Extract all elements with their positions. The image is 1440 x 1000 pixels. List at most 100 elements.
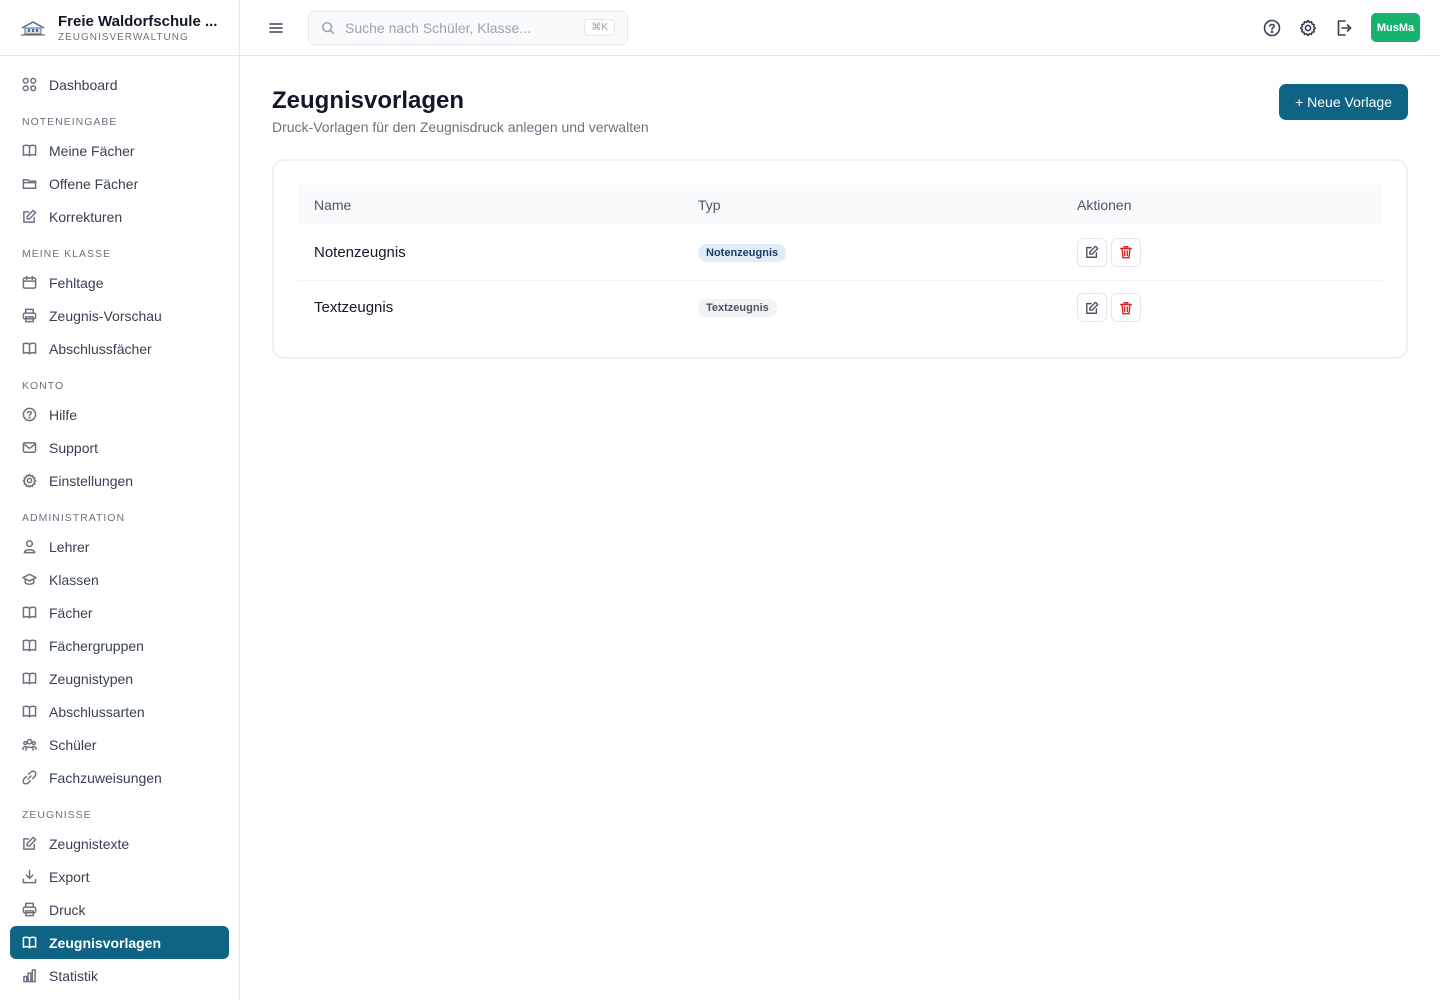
sidebar-item-statistik[interactable]: Statistik xyxy=(10,959,229,992)
edit-icon xyxy=(1086,301,1099,314)
mail-icon xyxy=(22,442,37,453)
column-header-actions: Aktionen xyxy=(1077,197,1132,213)
printer-icon xyxy=(22,308,37,323)
edit-icon xyxy=(23,836,37,850)
link-icon xyxy=(22,770,37,785)
book-icon xyxy=(22,144,37,157)
templates-card: Name Typ Aktionen Notenzeugnis Notenzeug… xyxy=(272,159,1408,359)
grid-icon xyxy=(22,77,37,92)
sidebar-item-offene-faecher[interactable]: Offene Fächer xyxy=(10,167,229,200)
page-header: Zeugnisvorlagen Druck-Vorlagen für den Z… xyxy=(272,84,1408,135)
sidebar-item-label: Meine Fächer xyxy=(49,142,135,159)
search-box[interactable]: ⌘K xyxy=(308,10,628,45)
sidebar-item-label: Dashboard xyxy=(49,76,118,93)
user-avatar[interactable]: MusMa xyxy=(1371,13,1420,42)
sidebar-item-fachzuweisungen[interactable]: Fachzuweisungen xyxy=(10,761,229,794)
new-template-button[interactable]: + Neue Vorlage xyxy=(1279,84,1408,120)
sidebar-item-abschlussarten[interactable]: Abschlussarten xyxy=(10,695,229,728)
edit-button[interactable] xyxy=(1077,293,1107,323)
app-subtitle: ZEUGNISVERWALTUNG xyxy=(58,31,189,43)
type-badge: Textzeugnis xyxy=(698,299,777,318)
sidebar-item-klassen[interactable]: Klassen xyxy=(10,563,229,596)
users-icon xyxy=(22,738,37,751)
sidebar-item-zeugnistexte[interactable]: Zeugnistexte xyxy=(10,827,229,860)
sidebar-item-zeugnis-vorschau[interactable]: Zeugnis-Vorschau xyxy=(10,299,229,332)
sidebar-item-label: Abschlussarten xyxy=(49,703,145,720)
sidebar-item-zeugnisvorlagen[interactable]: Zeugnisvorlagen xyxy=(10,926,229,959)
type-badge: Notenzeugnis xyxy=(698,243,787,262)
sidebar-item-label: Fächer xyxy=(49,604,93,621)
table-row: Textzeugnis Textzeugnis xyxy=(298,280,1382,335)
column-header-name: Name xyxy=(314,197,352,213)
gear-icon xyxy=(22,473,37,488)
sidebar-item-meine-faecher[interactable]: Meine Fächer xyxy=(10,134,229,167)
sidebar-section-noteneingabe: NOTENEINGABE xyxy=(22,116,118,128)
sidebar-item-zeugnistypen[interactable]: Zeugnistypen xyxy=(10,662,229,695)
sidebar-nav: Dashboard NOTENEINGABE Meine Fächer Offe… xyxy=(0,56,239,992)
book-icon xyxy=(22,342,37,355)
search-input[interactable] xyxy=(345,19,585,36)
sidebar-item-dashboard[interactable]: Dashboard xyxy=(10,68,229,101)
sidebar-item-label: Druck xyxy=(49,901,86,918)
search-icon xyxy=(321,21,335,34)
sidebar-item-label: Zeugnistypen xyxy=(49,670,134,687)
sidebar-item-label: Lehrer xyxy=(49,538,90,555)
table-header-row: Name Typ Aktionen xyxy=(298,185,1382,225)
sidebar-item-label: Support xyxy=(49,439,99,456)
sidebar-item-label: Zeugnistexte xyxy=(49,835,130,852)
sidebar: Freie Waldorfschule ... ZEUGNISVERWALTUN… xyxy=(0,0,240,1000)
sidebar-item-export[interactable]: Export xyxy=(10,860,229,893)
sidebar-item-label: Einstellungen xyxy=(49,472,134,489)
sidebar-item-label: Schüler xyxy=(49,736,97,753)
templates-table: Name Typ Aktionen Notenzeugnis Notenzeug… xyxy=(298,185,1382,335)
graduation-cap-icon xyxy=(22,573,37,585)
sidebar-item-schueler[interactable]: Schüler xyxy=(10,728,229,761)
template-name: Textzeugnis xyxy=(314,299,394,317)
sidebar-item-label: Export xyxy=(49,868,90,885)
bar-chart-icon xyxy=(23,969,36,983)
trash-icon xyxy=(1120,301,1132,315)
calendar-icon xyxy=(22,275,37,289)
settings-icon[interactable] xyxy=(1299,19,1317,37)
sidebar-item-label: Fehltage xyxy=(49,274,104,291)
help-icon[interactable] xyxy=(1263,19,1281,37)
school-logo-icon xyxy=(21,20,45,36)
trash-icon xyxy=(1120,246,1132,259)
logout-icon[interactable] xyxy=(1335,19,1353,37)
main-content: Zeugnisvorlagen Druck-Vorlagen für den Z… xyxy=(272,56,1408,359)
sidebar-item-fehltage[interactable]: Fehltage xyxy=(10,266,229,299)
sidebar-item-faechergruppen[interactable]: Fächergruppen xyxy=(10,629,229,662)
sidebar-item-einstellungen[interactable]: Einstellungen xyxy=(10,464,229,497)
sidebar-item-korrekturen[interactable]: Korrekturen xyxy=(10,200,229,233)
delete-button[interactable] xyxy=(1111,293,1141,323)
sidebar-item-label: Abschlussfächer xyxy=(49,340,152,357)
delete-button[interactable] xyxy=(1111,237,1141,267)
book-icon xyxy=(22,672,37,685)
folder-icon xyxy=(22,179,37,189)
brand[interactable]: Freie Waldorfschule ... ZEUGNISVERWALTUN… xyxy=(0,0,239,56)
sidebar-item-label: Zeugnis-Vorschau xyxy=(49,307,162,324)
sidebar-item-lehrer[interactable]: Lehrer xyxy=(10,530,229,563)
sidebar-item-label: Offene Fächer xyxy=(49,175,139,192)
sidebar-item-faecher[interactable]: Fächer xyxy=(10,596,229,629)
sidebar-item-label: Statistik xyxy=(49,967,99,984)
book-icon xyxy=(22,936,37,949)
menu-icon[interactable] xyxy=(268,20,284,36)
printer-icon xyxy=(22,902,37,917)
download-icon xyxy=(22,869,37,884)
book-icon xyxy=(22,705,37,718)
sidebar-item-hilfe[interactable]: Hilfe xyxy=(10,398,229,431)
page-title: Zeugnisvorlagen xyxy=(272,87,465,114)
school-name: Freie Waldorfschule ... xyxy=(58,12,218,30)
edit-button[interactable] xyxy=(1077,237,1107,267)
sidebar-item-abschlussfaecher[interactable]: Abschlussfächer xyxy=(10,332,229,365)
sidebar-section-zeugnisse: ZEUGNISSE xyxy=(22,809,92,821)
page-subtitle: Druck-Vorlagen für den Zeugnisdruck anle… xyxy=(272,119,649,135)
sidebar-item-label: Fächergruppen xyxy=(49,637,144,654)
template-name: Notenzeugnis xyxy=(298,225,682,281)
top-actions: MusMa xyxy=(1263,13,1420,42)
sidebar-item-label: Hilfe xyxy=(49,406,78,423)
sidebar-section-administration: ADMINISTRATION xyxy=(22,512,126,524)
sidebar-item-druck[interactable]: Druck xyxy=(10,893,229,926)
sidebar-item-support[interactable]: Support xyxy=(10,431,229,464)
